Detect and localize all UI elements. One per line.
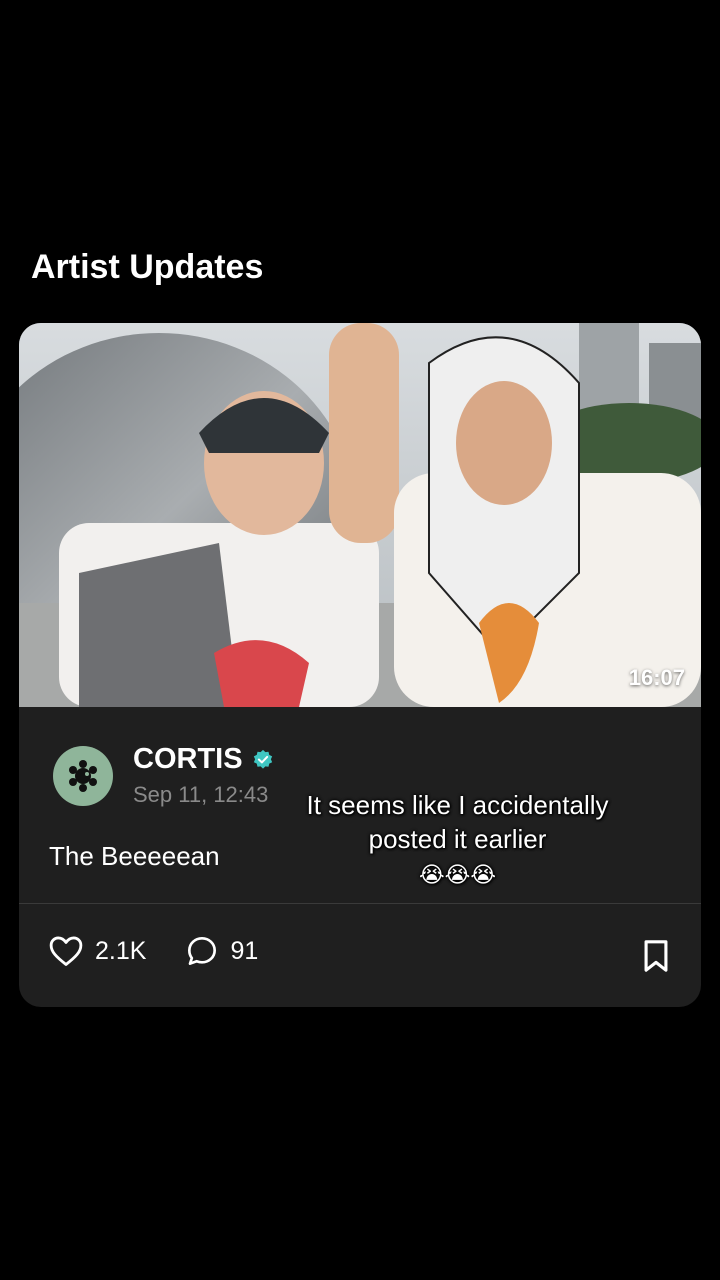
post-card[interactable]: 16:07 CORTIS Sep 11, 12:43 The Beeeeean … (19, 323, 701, 1007)
caption-line-1: It seems like I accidentally (306, 790, 609, 820)
post-timestamp: Sep 11, 12:43 (133, 782, 269, 807)
comment-count: 91 (230, 936, 259, 965)
bookmark-icon[interactable] (641, 939, 671, 973)
cortis-logo-icon (69, 759, 97, 792)
verified-badge-icon (253, 749, 272, 769)
video-duration: 16:07 (628, 665, 685, 690)
screen: Artist Updates 16:07 CORTIS Sep 11, 12:4… (0, 0, 720, 1280)
comment-button[interactable]: 91 (186, 935, 258, 967)
comment-icon (188, 937, 217, 965)
author-avatar[interactable] (53, 745, 113, 806)
like-button[interactable]: 2.1K (49, 935, 146, 967)
author-block: CORTIS Sep 11, 12:43 (133, 743, 274, 808)
section-title: Artist Updates (31, 248, 264, 286)
post-text: The Beeeeean (49, 841, 220, 871)
divider (19, 903, 701, 904)
overlay-caption: It seems like I accidentally posted it e… (260, 788, 655, 892)
post-header: CORTIS Sep 11, 12:43 (53, 743, 274, 808)
heart-icon (49, 936, 83, 966)
caption-line-2: posted it earlier (368, 824, 547, 854)
like-count: 2.1K (95, 936, 147, 965)
post-photo (19, 323, 701, 707)
post-media[interactable]: 16:07 (19, 323, 701, 707)
caption-emojis: 😭😭😭 (418, 862, 497, 887)
post-actions: 2.1K 91 (49, 935, 298, 967)
author-name[interactable]: CORTIS (133, 743, 243, 776)
